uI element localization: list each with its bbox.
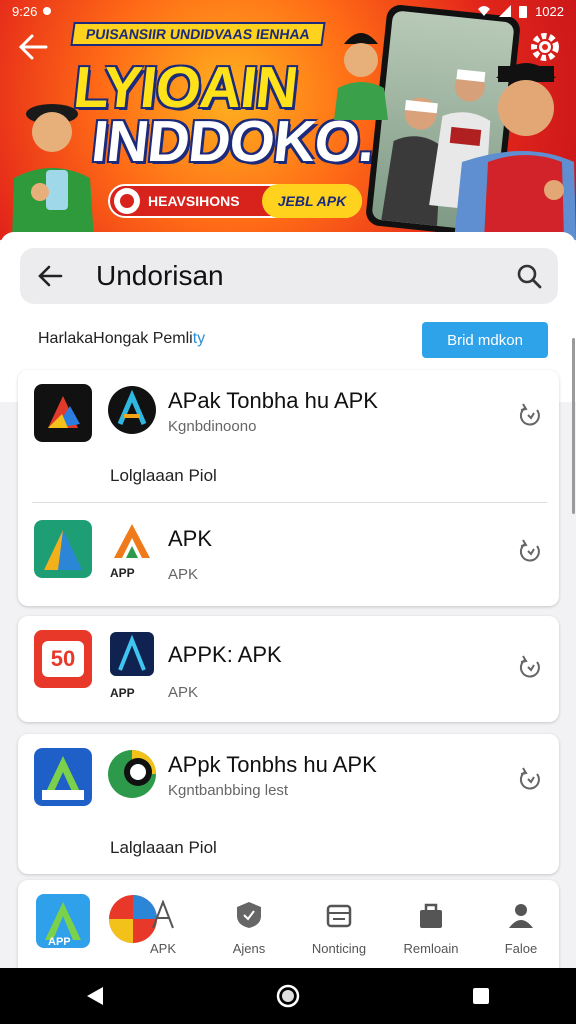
app-name: APak Tonbha hu APK [168,388,378,413]
app-name: APpk Tonbhs hu APK [168,752,377,777]
box-icon [326,904,352,928]
search-input[interactable]: Undorisan [80,260,500,292]
person-icon [509,904,533,928]
nav-label: Faloe [504,941,538,956]
nav-item-nonticing[interactable]: Nonticing [294,900,384,956]
apk-a-logo-icon [108,386,156,434]
app-logo-caption: APP [110,686,135,700]
search-bar[interactable]: Undorisan [20,248,558,304]
notification-dot-icon [43,7,52,15]
nav-label: Remloain [403,941,459,956]
app-card[interactable]: APpk Tonbhs hu APK Kgntbanbbing lest Lal… [18,734,559,874]
apk-blue-logo-icon [34,748,92,806]
home-circle-icon[interactable] [276,984,300,1008]
filter-button[interactable]: Brid mdkon [422,322,548,358]
app-row[interactable]: 50 APP APPK: APK APK [18,616,559,728]
apk-orange-logo-icon [114,524,150,558]
app-logo-caption: APP [48,936,71,948]
app-row[interactable]: APP APK APK [18,506,559,606]
back-triangle-icon[interactable] [85,985,105,1007]
refresh-icon[interactable] [517,654,543,680]
banner-cta-pill[interactable]: HEAVSIHONS JEBL APK [108,184,362,218]
search-icon [517,264,542,289]
pill-text: HEAVSIHONS [148,193,240,209]
bottom-navigation: APP APK Ajens Nonticing Remloain Faloe [18,880,559,968]
signal-icon [499,5,512,17]
refresh-icon[interactable] [517,538,543,564]
clock: 9:26 [12,3,38,19]
gear-icon[interactable] [528,30,562,64]
filter-label: HarlakaHongak Pemlity [38,330,205,348]
search-button[interactable] [500,248,558,304]
app-subtitle: APK [168,684,199,701]
app-subtitle: APK [168,566,199,583]
battery-level: 1022 [535,3,564,19]
nav-item-faloe[interactable]: Faloe [476,900,566,956]
back-arrow-icon [38,265,63,287]
a-logo-icon [152,899,174,929]
app-card[interactable]: 50 APP APPK: APK APK [18,616,559,722]
apk-green-logo-icon [34,520,92,578]
brand-logo-icon [114,188,140,214]
nav-label: Ajens [232,941,266,956]
apk-navy-logo-icon [110,632,154,676]
banner-ribbon: PUISANSIIR UNDIDVAAS IENHAA [70,22,326,46]
back-arrow-icon[interactable] [16,30,50,64]
app-logo-text: 50 [42,641,84,677]
divider [32,502,547,503]
app-tagline: Lolglaaan Piol [110,466,217,485]
app-logo-red-icon: 50 [34,630,92,688]
app-subtitle: Kgnbdinoono [168,418,257,435]
app-subtitle: Kgntbanbbing lest [168,782,289,799]
app-name: APPK: APK [168,642,282,667]
shield-icon [237,902,261,928]
refresh-icon[interactable] [517,402,543,428]
nav-label: APK [149,941,176,956]
app-card[interactable]: APak Tonbha hu APK Kgnbdinoono Lolglaaan… [18,370,559,606]
filter-label-main: HarlakaHongak Pemli [38,330,193,347]
system-navigation-bar [0,968,576,1024]
left-boy-illustration [12,104,94,240]
promo-banner[interactable]: PUISANSIIR UNDIDVAAS IENHAA LYIOAIN INDD… [0,0,576,240]
refresh-icon[interactable] [517,766,543,792]
wifi-icon [478,6,491,16]
app-logo-dark-icon [34,384,92,442]
multicolor-circle-logo-icon [108,750,156,798]
nav-item-ajens[interactable]: Ajens [204,900,294,956]
app-row[interactable]: APak Tonbha hu APK Kgnbdinoono [18,370,559,482]
app-name: APK [168,526,213,551]
right-boy-illustration [454,63,576,240]
recents-square-icon[interactable] [471,986,491,1006]
app-logo-caption: APP [110,566,135,580]
nav-label: Nonticing [311,941,367,956]
nav-item-remloain[interactable]: Remloain [386,900,476,956]
filter-label-accent: ty [192,330,206,347]
nav-item-apk[interactable]: APK [118,899,208,956]
search-back-button[interactable] [20,248,80,304]
download-apk-button[interactable]: JEBL APK [262,184,362,218]
battery-icon [519,5,528,18]
app-row[interactable]: APpk Tonbhs hu APK Kgntbanbbing lest [18,734,559,846]
bag-icon [420,903,442,928]
kid-with-cap-illustration [334,33,388,120]
status-bar: 9:26 1022 [0,0,576,22]
app-tagline: Lalglaaan Piol [110,838,217,857]
scrollbar[interactable] [572,338,575,514]
